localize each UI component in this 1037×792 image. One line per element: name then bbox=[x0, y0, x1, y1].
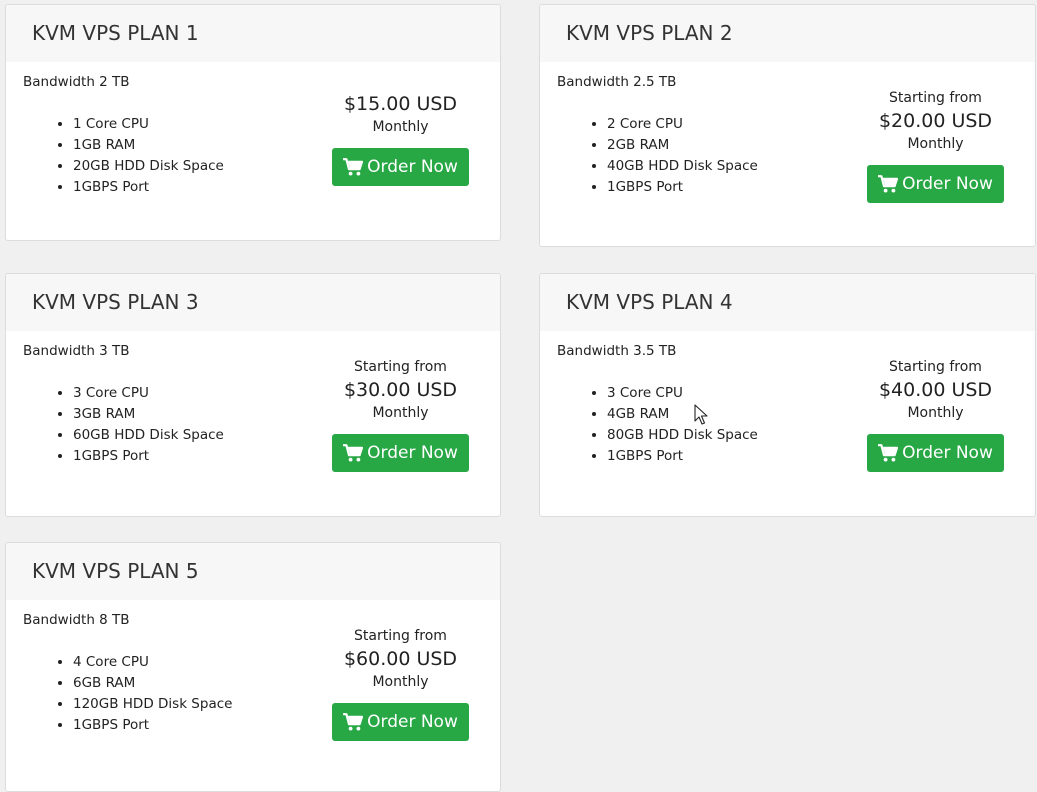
shopping-cart-icon bbox=[343, 713, 364, 731]
plan-price-area: $15.00 USD Monthly Order Now bbox=[332, 90, 469, 186]
plan-feature-disk: 120GB HDD Disk Space bbox=[73, 694, 232, 715]
plan-feature-port: 1GBPS Port bbox=[73, 715, 232, 736]
plan-price: $15.00 USD bbox=[343, 93, 458, 115]
plan-card-header: KVM VPS PLAN 4 bbox=[540, 274, 1035, 331]
plan-feature-cpu: 3 Core CPU bbox=[607, 383, 758, 404]
shopping-cart-icon bbox=[878, 444, 899, 462]
plan-feature-disk: 60GB HDD Disk Space bbox=[73, 425, 224, 446]
plan-card-body: Bandwidth 8 TB 4 Core CPU 6GB RAM 120GB … bbox=[6, 600, 500, 791]
plan-feature-disk: 20GB HDD Disk Space bbox=[73, 156, 224, 177]
plan-price-area: Starting from $40.00 USD Monthly Order N… bbox=[867, 358, 1004, 472]
plan-bandwidth: Bandwidth 3 TB bbox=[23, 343, 130, 359]
plan-features-list: 4 Core CPU 6GB RAM 120GB HDD Disk Space … bbox=[28, 652, 232, 736]
plan-card-header: KVM VPS PLAN 2 bbox=[540, 5, 1035, 62]
plan-price: $30.00 USD bbox=[343, 379, 458, 401]
plan-title: KVM VPS PLAN 4 bbox=[566, 290, 733, 314]
mouse-cursor-icon bbox=[694, 404, 708, 425]
order-now-button[interactable]: Order Now bbox=[332, 434, 469, 472]
plan-card-body: Bandwidth 2 TB 1 Core CPU 1GB RAM 20GB H… bbox=[6, 62, 500, 240]
plan-price: $40.00 USD bbox=[878, 379, 993, 401]
shopping-cart-icon bbox=[343, 158, 364, 176]
order-now-label: Order Now bbox=[367, 443, 458, 463]
order-now-button[interactable]: Order Now bbox=[332, 703, 469, 741]
plan-card-body: Bandwidth 2.5 TB 2 Core CPU 2GB RAM 40GB… bbox=[540, 62, 1035, 246]
plan-billing-period: Monthly bbox=[907, 136, 964, 152]
plan-feature-disk: 40GB HDD Disk Space bbox=[607, 156, 758, 177]
plan-card-4: KVM VPS PLAN 4 Bandwidth 3.5 TB 3 Core C… bbox=[539, 273, 1036, 517]
plan-feature-disk: 80GB HDD Disk Space bbox=[607, 425, 758, 446]
plan-title: KVM VPS PLAN 5 bbox=[32, 559, 199, 583]
order-now-label: Order Now bbox=[902, 174, 993, 194]
plan-feature-cpu: 1 Core CPU bbox=[73, 114, 224, 135]
order-now-label: Order Now bbox=[367, 157, 458, 177]
plan-card-body: Bandwidth 3 TB 3 Core CPU 3GB RAM 60GB H… bbox=[6, 331, 500, 516]
plan-feature-ram: 1GB RAM bbox=[73, 135, 224, 156]
plan-price-area: Starting from $20.00 USD Monthly Order N… bbox=[867, 89, 1004, 203]
plan-feature-port: 1GBPS Port bbox=[607, 177, 758, 198]
plan-title: KVM VPS PLAN 2 bbox=[566, 21, 733, 45]
plan-card-header: KVM VPS PLAN 5 bbox=[6, 543, 500, 600]
plan-bandwidth: Bandwidth 2.5 TB bbox=[557, 74, 677, 90]
order-now-button[interactable]: Order Now bbox=[867, 434, 1004, 472]
plan-price: $60.00 USD bbox=[343, 648, 458, 670]
plan-bandwidth: Bandwidth 8 TB bbox=[23, 612, 130, 628]
plan-starting-from: Starting from bbox=[354, 628, 447, 644]
plan-feature-port: 1GBPS Port bbox=[73, 446, 224, 467]
plan-title: KVM VPS PLAN 3 bbox=[32, 290, 199, 314]
plan-feature-ram: 3GB RAM bbox=[73, 404, 224, 425]
plan-card-1: KVM VPS PLAN 1 Bandwidth 2 TB 1 Core CPU… bbox=[5, 4, 501, 241]
plan-features-list: 3 Core CPU 3GB RAM 60GB HDD Disk Space 1… bbox=[28, 383, 224, 467]
plan-starting-from: Starting from bbox=[889, 359, 982, 375]
plan-feature-port: 1GBPS Port bbox=[607, 446, 758, 467]
plan-features-list: 1 Core CPU 1GB RAM 20GB HDD Disk Space 1… bbox=[28, 114, 224, 198]
shopping-cart-icon bbox=[878, 175, 899, 193]
plan-title: KVM VPS PLAN 1 bbox=[32, 21, 199, 45]
plan-card-5: KVM VPS PLAN 5 Bandwidth 8 TB 4 Core CPU… bbox=[5, 542, 501, 792]
plan-card-3: KVM VPS PLAN 3 Bandwidth 3 TB 3 Core CPU… bbox=[5, 273, 501, 517]
plan-bandwidth: Bandwidth 2 TB bbox=[23, 74, 130, 90]
plan-card-header: KVM VPS PLAN 3 bbox=[6, 274, 500, 331]
plan-features-list: 2 Core CPU 2GB RAM 40GB HDD Disk Space 1… bbox=[562, 114, 758, 198]
plan-price: $20.00 USD bbox=[878, 110, 993, 132]
plan-starting-from: Starting from bbox=[889, 90, 982, 106]
plan-price-area: Starting from $60.00 USD Monthly Order N… bbox=[332, 627, 469, 741]
plan-card-body: Bandwidth 3.5 TB 3 Core CPU 4GB RAM 80GB… bbox=[540, 331, 1035, 516]
order-now-button[interactable]: Order Now bbox=[867, 165, 1004, 203]
plan-billing-period: Monthly bbox=[372, 119, 429, 135]
plan-feature-ram: 6GB RAM bbox=[73, 673, 232, 694]
plan-billing-period: Monthly bbox=[907, 405, 964, 421]
plan-billing-period: Monthly bbox=[372, 405, 429, 421]
plan-billing-period: Monthly bbox=[372, 674, 429, 690]
order-now-label: Order Now bbox=[902, 443, 993, 463]
plan-features-list: 3 Core CPU 4GB RAM 80GB HDD Disk Space 1… bbox=[562, 383, 758, 467]
order-now-label: Order Now bbox=[367, 712, 458, 732]
plan-feature-cpu: 2 Core CPU bbox=[607, 114, 758, 135]
plan-feature-ram: 2GB RAM bbox=[607, 135, 758, 156]
plan-starting-from: Starting from bbox=[354, 359, 447, 375]
plan-feature-port: 1GBPS Port bbox=[73, 177, 224, 198]
order-now-button[interactable]: Order Now bbox=[332, 148, 469, 186]
plan-feature-cpu: 3 Core CPU bbox=[73, 383, 224, 404]
plan-bandwidth: Bandwidth 3.5 TB bbox=[557, 343, 677, 359]
plan-card-header: KVM VPS PLAN 1 bbox=[6, 5, 500, 62]
plan-card-2: KVM VPS PLAN 2 Bandwidth 2.5 TB 2 Core C… bbox=[539, 4, 1036, 247]
plan-price-area: Starting from $30.00 USD Monthly Order N… bbox=[332, 358, 469, 472]
plan-feature-cpu: 4 Core CPU bbox=[73, 652, 232, 673]
shopping-cart-icon bbox=[343, 444, 364, 462]
plan-feature-ram: 4GB RAM bbox=[607, 404, 758, 425]
